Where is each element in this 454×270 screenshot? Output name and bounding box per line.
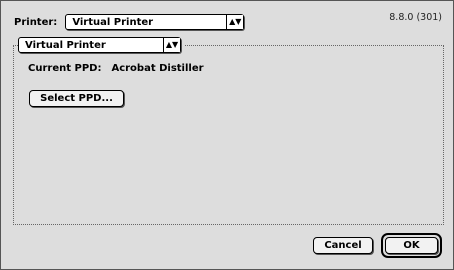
printer-popup[interactable]: Virtual Printer ▲▼ — [65, 14, 245, 30]
ok-button-label: OK — [403, 240, 420, 251]
current-ppd-value: Acrobat Distiller — [111, 63, 204, 74]
printer-row: Printer: Virtual Printer ▲▼ — [14, 13, 245, 31]
printer-popup-value: Virtual Printer — [72, 16, 154, 28]
group-popup-wrap: Virtual Printer ▲▼ — [18, 37, 185, 53]
group-popup-value: Virtual Printer — [25, 39, 106, 51]
current-ppd-label: Current PPD: — [28, 63, 102, 74]
printer-label: Printer: — [14, 16, 58, 28]
up-down-arrows-icon: ▲▼ — [226, 15, 244, 29]
group-popup[interactable]: Virtual Printer ▲▼ — [18, 37, 181, 53]
select-ppd-button[interactable]: Select PPD... — [29, 90, 124, 107]
cancel-button[interactable]: Cancel — [313, 237, 373, 254]
version-label: 8.8.0 (301) — [389, 12, 442, 23]
current-ppd-row: Current PPD: Acrobat Distiller — [28, 63, 204, 74]
ok-button[interactable]: OK — [385, 237, 438, 254]
select-ppd-button-label: Select PPD... — [40, 93, 113, 104]
up-down-arrows-icon: ▲▼ — [163, 38, 180, 52]
cancel-button-label: Cancel — [324, 240, 362, 251]
printer-dialog: Printer: Virtual Printer ▲▼ 8.8.0 (301) … — [0, 0, 454, 270]
